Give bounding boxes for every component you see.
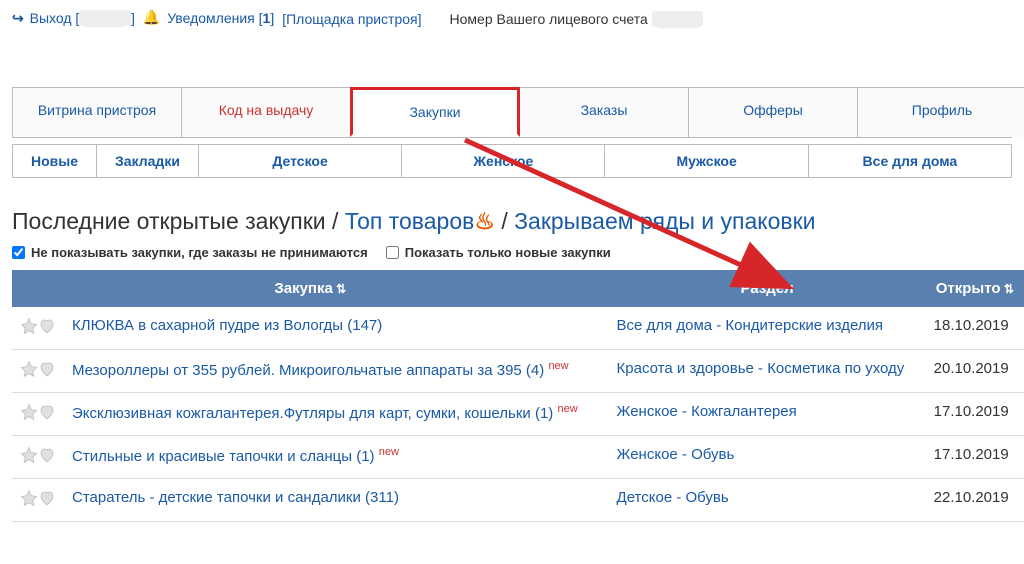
top-products-link[interactable]: Топ товаров♨ — [345, 208, 495, 234]
open-date: 18.10.2019 — [926, 307, 1024, 350]
open-date: 20.10.2019 — [926, 350, 1024, 393]
subtab-2[interactable]: Детское — [199, 145, 402, 177]
filter-only-new[interactable]: Показать только новые закупки — [386, 245, 611, 260]
heart-icon[interactable] — [38, 446, 56, 464]
platform-link[interactable]: [Площадка пристроя] — [282, 11, 421, 27]
purchase-link[interactable]: Старатель - детские тапочки и сандалики … — [72, 489, 399, 506]
sort-icon — [333, 280, 346, 297]
filter-hide-closed-checkbox[interactable] — [12, 246, 25, 259]
section-link[interactable]: Красота и здоровье - Косметика по уходу — [617, 360, 905, 377]
heart-icon[interactable] — [38, 317, 56, 335]
subtab-4[interactable]: Мужское — [605, 145, 808, 177]
main-tabs: Витрина пристрояКод на выдачуЗакупкиЗака… — [12, 87, 1012, 138]
open-date: 17.10.2019 — [926, 436, 1024, 479]
bell-icon: 🔔 — [143, 9, 160, 25]
subtab-1[interactable]: Закладки — [97, 145, 199, 177]
subtab-3[interactable]: Женское — [402, 145, 605, 177]
purchase-link[interactable]: Стильные и красивые тапочки и сланцы (1) — [72, 448, 375, 465]
open-date: 17.10.2019 — [926, 393, 1024, 436]
table-row: КЛЮКВА в сахарной пудре из Вологды (147)… — [12, 307, 1024, 350]
star-icon[interactable] — [20, 317, 38, 335]
heart-icon[interactable] — [38, 360, 56, 378]
table-row: Старатель - детские тапочки и сандалики … — [12, 479, 1024, 522]
notifications-link[interactable]: 🔔 Уведомления [1] — [143, 10, 274, 27]
tab-витрина-пристроя[interactable]: Витрина пристроя — [12, 87, 182, 137]
col-open[interactable]: Открыто — [926, 270, 1024, 307]
tab-профиль[interactable]: Профиль — [857, 87, 1024, 137]
sort-icon — [1001, 280, 1014, 297]
account-masked: ████ — [652, 11, 704, 27]
purchase-link[interactable]: КЛЮКВА в сахарной пудре из Вологды (147) — [72, 317, 382, 334]
tab-заказы[interactable]: Заказы — [519, 87, 689, 137]
open-date: 22.10.2019 — [926, 479, 1024, 522]
section-link[interactable]: Женское - Обувь — [617, 446, 735, 463]
tab-офферы[interactable]: Офферы — [688, 87, 858, 137]
filter-hide-closed[interactable]: Не показывать закупки, где заказы не при… — [12, 245, 368, 260]
sub-tabs: НовыеЗакладкиДетскоеЖенскоеМужскоеВсе дл… — [12, 144, 1012, 178]
table-row: Эксклюзивная кожгалантерея.Футляры для к… — [12, 393, 1024, 436]
subtab-5[interactable]: Все для дома — [809, 145, 1011, 177]
tab-закупки[interactable]: Закупки — [350, 87, 520, 137]
table-row: Стильные и красивые тапочки и сланцы (1)… — [12, 436, 1024, 479]
subtab-0[interactable]: Новые — [13, 145, 97, 177]
col-zakupka[interactable]: Закупка — [12, 270, 609, 307]
heart-icon[interactable] — [38, 489, 56, 507]
star-icon[interactable] — [20, 489, 38, 507]
heart-icon[interactable] — [38, 403, 56, 421]
exit-link[interactable]: ↪ Выход [████] — [12, 10, 135, 27]
section-link[interactable]: Все для дома - Кондитерские изделия — [617, 317, 884, 334]
col-section[interactable]: Раздел — [609, 270, 926, 307]
username-masked: ████ — [79, 10, 131, 26]
new-badge: new — [557, 403, 577, 415]
filter-only-new-checkbox[interactable] — [386, 246, 399, 259]
star-icon[interactable] — [20, 446, 38, 464]
star-icon[interactable] — [20, 360, 38, 378]
topbar: ↪ Выход [████] 🔔 Уведомления [1] [Площад… — [0, 0, 1024, 37]
account-label: Номер Вашего лицевого счета ████ — [450, 11, 704, 27]
exit-icon: ↪ — [12, 10, 24, 26]
section-link[interactable]: Детское - Обувь — [617, 489, 729, 506]
purchases-table: Закупка Раздел Открыто КЛЮКВА в сахарной… — [12, 270, 1024, 522]
table-row: Мезороллеры от 355 рублей. Микроигольчат… — [12, 350, 1024, 393]
new-badge: new — [379, 446, 399, 458]
filter-bar: Не показывать закупки, где заказы не при… — [12, 245, 1012, 260]
tab-код-на-выдачу[interactable]: Код на выдачу — [181, 87, 351, 137]
new-badge: new — [548, 360, 568, 372]
section-link[interactable]: Женское - Кожгалантерея — [617, 403, 797, 420]
purchase-link[interactable]: Эксклюзивная кожгалантерея.Футляры для к… — [72, 405, 553, 422]
purchase-link[interactable]: Мезороллеры от 355 рублей. Микроигольчат… — [72, 362, 544, 379]
close-rows-link[interactable]: Закрываем ряды и упаковки — [514, 208, 815, 234]
page-heading: Последние открытые закупки / Топ товаров… — [12, 208, 1012, 235]
fire-icon: ♨ — [474, 208, 495, 234]
star-icon[interactable] — [20, 403, 38, 421]
